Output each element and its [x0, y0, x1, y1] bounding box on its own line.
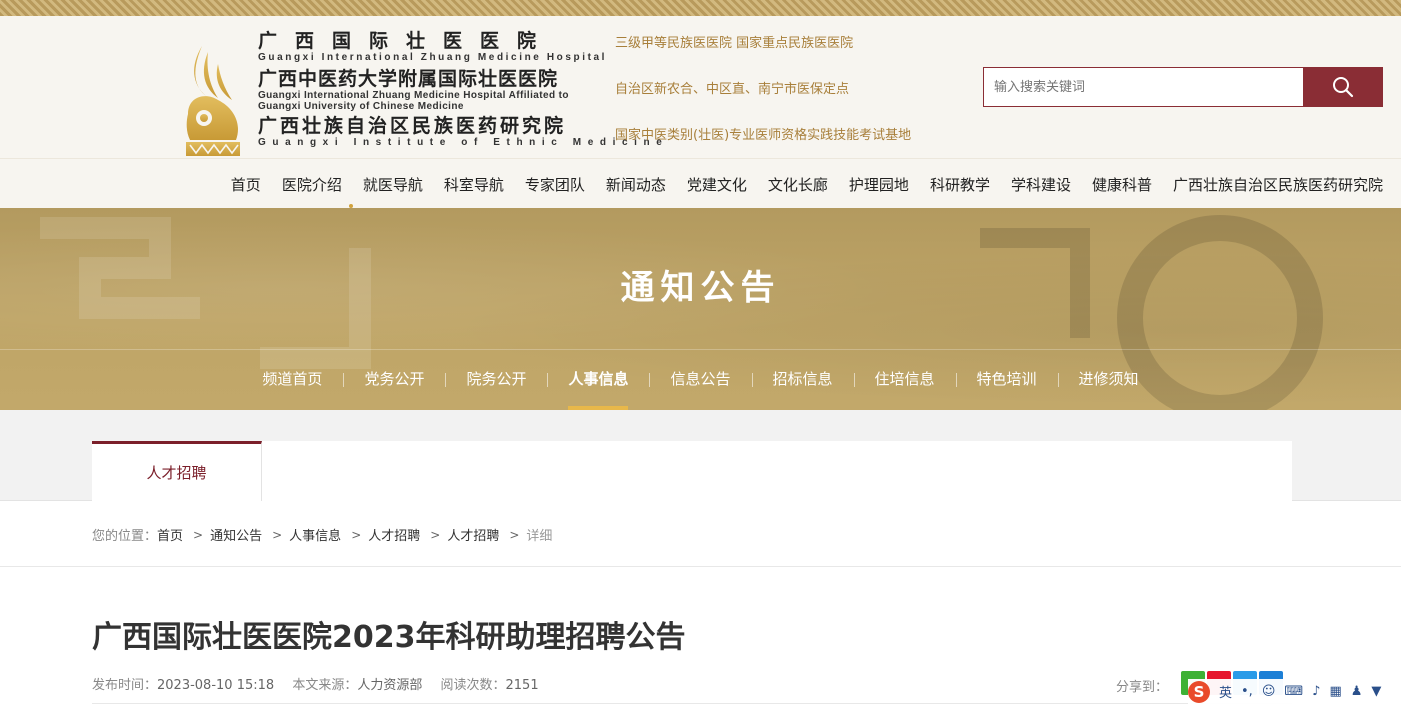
microphone-icon[interactable]: ♪: [1312, 684, 1320, 699]
banner-divider: [0, 349, 1401, 350]
subnav-study-guide[interactable]: 进修须知: [1057, 368, 1160, 389]
article-title: 广西国际壮医医院2023年科研助理招聘公告: [92, 620, 686, 655]
chevron-right-icon: >: [193, 527, 204, 542]
reads-label: 阅读次数：: [440, 678, 506, 693]
chevron-right-icon: >: [430, 527, 441, 542]
hospital-name-3-en: Guangxi Institute of Ethnic Medicine: [258, 137, 669, 148]
nav-home[interactable]: 首页: [231, 174, 261, 195]
main-nav: 首页 医院介绍 就医导航 科室导航 专家团队 新闻动态 党建文化 文化长廊 护理…: [0, 158, 1401, 208]
hospital-name-3-cn: 广西壮族自治区民族医药研究院: [258, 115, 567, 137]
ime-mode-toggle[interactable]: 英: [1219, 682, 1232, 701]
breadcrumb-detail: 详细: [526, 529, 553, 544]
article-meta: 发布时间：2023-08-10 15:18 本文来源：人力资源部 阅读次数：21…: [92, 674, 553, 693]
article-source: 人力资源部: [357, 678, 423, 693]
publish-time: 2023-08-10 15:18: [157, 678, 275, 693]
nav-research-institute[interactable]: 广西壮族自治区民族医药研究院: [1173, 174, 1383, 195]
read-count: 2151: [505, 678, 539, 693]
nav-discipline[interactable]: 学科建设: [1011, 174, 1071, 195]
nav-department-guide[interactable]: 科室导航: [444, 174, 504, 195]
shirt-icon[interactable]: ▼: [1371, 684, 1381, 699]
chevron-right-icon: >: [351, 527, 362, 542]
subnav-personnel-info[interactable]: 人事信息: [547, 368, 649, 410]
keyboard-icon[interactable]: ⌨: [1284, 684, 1303, 699]
breadcrumb-divider: [0, 566, 1401, 567]
hospital-name-1-en: Guangxi International Zhuang Medicine Ho…: [258, 52, 608, 63]
share-label: 分享到：: [1116, 680, 1169, 695]
hospital-names: 广西国际壮医医院 Guangxi International Zhuang Me…: [258, 30, 669, 148]
nav-visit-guide[interactable]: 就医导航: [363, 174, 423, 195]
publish-time-label: 发布时间：: [92, 678, 158, 693]
hospital-logo[interactable]: [182, 44, 244, 160]
source-label: 本文来源：: [292, 678, 358, 693]
nav-news[interactable]: 新闻动态: [606, 174, 666, 195]
breadcrumb: 您的位置： 首页 > 通知公告 > 人事信息 > 人才招聘 > 人才招聘 > 详…: [92, 525, 553, 545]
hospital-name-2-en-line1: Guangxi International Zhuang Medicine Ho…: [258, 90, 569, 101]
site-header: 广西国际壮医医院 Guangxi International Zhuang Me…: [0, 16, 1401, 158]
user-icon[interactable]: ♟: [1351, 684, 1363, 699]
breadcrumb-personnel[interactable]: 人事信息: [289, 525, 341, 544]
breadcrumb-home[interactable]: 首页: [157, 525, 183, 544]
sogou-logo-icon[interactable]: S: [1188, 680, 1210, 703]
decorative-top-band: [0, 0, 1401, 16]
breadcrumb-prefix: 您的位置：: [92, 529, 158, 544]
subnav-special-training[interactable]: 特色培训: [955, 368, 1058, 389]
nav-party-culture[interactable]: 党建文化: [687, 174, 747, 195]
ime-toolbar: S 英 •, ☺ ⌨ ♪ ▦ ♟ ▼: [1188, 679, 1401, 704]
nav-research-teaching[interactable]: 科研教学: [930, 174, 990, 195]
nav-culture-gallery[interactable]: 文化长廊: [768, 174, 828, 195]
breadcrumb-recruitment-sub[interactable]: 人才招聘: [447, 525, 499, 544]
subnav-bidding[interactable]: 招标信息: [751, 368, 854, 389]
breadcrumb-recruitment[interactable]: 人才招聘: [368, 525, 420, 544]
nav-experts[interactable]: 专家团队: [525, 174, 585, 195]
subnav-party-affairs[interactable]: 党务公开: [343, 368, 445, 389]
tagline-2: 自治区新农合、中区直、南宁市医保定点: [615, 82, 850, 97]
grid-icon[interactable]: ▦: [1329, 684, 1341, 699]
hospital-name-2-cn: 广西中医药大学附属国际壮医医院: [258, 68, 559, 90]
tagline-1: 三级甲等民族医医院 国家重点民族医医院: [615, 36, 854, 51]
search-button[interactable]: [1303, 67, 1383, 107]
channel-subnav: 频道首页 党务公开 院务公开 人事信息 信息公告 招标信息 住培信息 特色培训 …: [0, 368, 1401, 410]
category-tabs: 人才招聘: [92, 441, 1292, 501]
hospital-name-2-en-line2: Guangxi University of Chinese Medicine: [258, 101, 464, 112]
meta-divider: [92, 703, 1292, 704]
subnav-hospital-affairs[interactable]: 院务公开: [445, 368, 547, 389]
channel-title: 通知公告: [620, 268, 781, 308]
tab-band: 人才招聘: [0, 410, 1401, 501]
search-input[interactable]: [983, 67, 1305, 107]
emoji-icon[interactable]: ☺: [1262, 684, 1276, 699]
nav-health-science[interactable]: 健康科普: [1092, 174, 1152, 195]
breadcrumb-notices[interactable]: 通知公告: [210, 525, 262, 544]
nav-nursing[interactable]: 护理园地: [849, 174, 909, 195]
subnav-channel-home[interactable]: 频道首页: [241, 368, 343, 389]
subnav-info-notice[interactable]: 信息公告: [649, 368, 751, 389]
channel-banner: 通知公告 频道首页 党务公开 院务公开 人事信息 信息公告 招标信息 住培信息 …: [0, 208, 1401, 410]
subnav-residency-training[interactable]: 住培信息: [853, 368, 956, 389]
chevron-right-icon: >: [272, 527, 283, 542]
search-icon: [1333, 77, 1354, 98]
tagline-3: 国家中医类别(壮医)专业医师资格实践技能考试基地: [615, 128, 912, 143]
ime-punct-toggle[interactable]: •,: [1241, 684, 1253, 699]
nav-hospital-intro[interactable]: 医院介绍: [282, 174, 342, 195]
chevron-right-icon: >: [509, 527, 520, 542]
hospital-name-1-cn: 广西国际壮医医院: [258, 30, 555, 52]
tab-talent-recruitment[interactable]: 人才招聘: [92, 441, 262, 501]
